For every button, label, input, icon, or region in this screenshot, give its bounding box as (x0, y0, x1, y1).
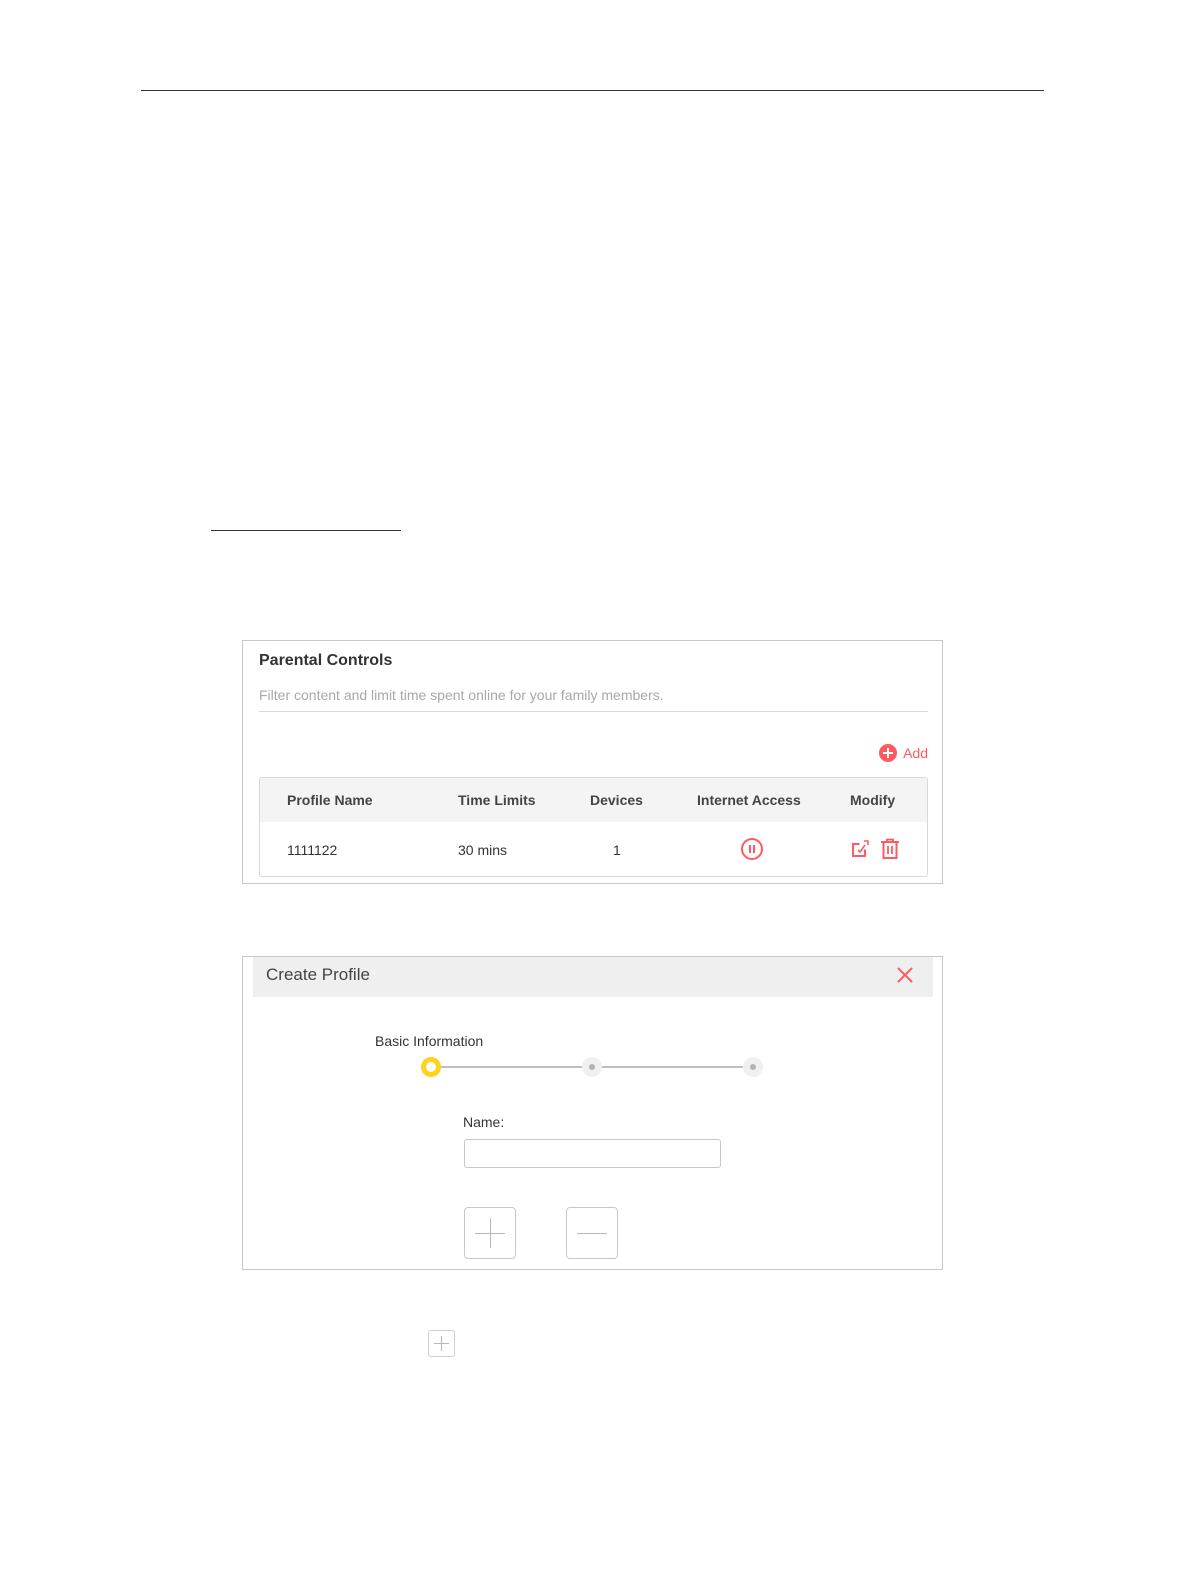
cell-profile-name: 1111122 (287, 842, 338, 858)
step-indicator-active (421, 1057, 441, 1077)
page-top-rule (141, 90, 1044, 91)
step-connector (602, 1066, 743, 1068)
col-modify: Modify (850, 792, 896, 808)
step-label-basic-information: Basic Information (375, 1033, 484, 1049)
cell-time-limits: 30 mins (458, 842, 508, 858)
edit-icon[interactable] (850, 839, 870, 864)
create-profile-dialog: Create Profile Basic Information Name: (242, 956, 943, 1270)
add-label: Add (903, 745, 928, 761)
cell-devices: 1 (613, 842, 621, 858)
add-device-button[interactable] (464, 1207, 516, 1259)
col-internet-access: Internet Access (697, 792, 801, 808)
profiles-table: Profile Name Time Limits Devices Interne… (259, 777, 928, 877)
panel-subtitle: Filter content and limit time spent onli… (259, 687, 664, 703)
step-connector (441, 1066, 582, 1068)
delete-icon[interactable] (880, 838, 900, 865)
add-button[interactable]: Add (879, 744, 928, 762)
dialog-title: Create Profile (266, 965, 370, 984)
col-devices: Devices (590, 792, 643, 808)
col-profile-name: Profile Name (287, 792, 373, 808)
panel-title: Parental Controls (259, 652, 393, 669)
pause-icon[interactable] (741, 838, 763, 860)
dialog-header: Create Profile (253, 957, 933, 997)
name-input[interactable] (464, 1139, 721, 1168)
add-circle-icon (879, 744, 898, 762)
parental-controls-panel: Parental Controls Filter content and lim… (242, 640, 943, 884)
step-indicator (582, 1057, 602, 1077)
close-icon[interactable] (895, 965, 915, 985)
divider (259, 711, 928, 712)
name-label: Name: (463, 1114, 505, 1130)
step-indicator (743, 1057, 763, 1077)
remove-device-button[interactable] (566, 1207, 618, 1259)
table-header: Profile Name Time Limits Devices Interne… (260, 778, 927, 822)
section-rule (211, 530, 401, 531)
col-time-limits: Time Limits (458, 792, 536, 808)
plus-icon (428, 1330, 455, 1357)
